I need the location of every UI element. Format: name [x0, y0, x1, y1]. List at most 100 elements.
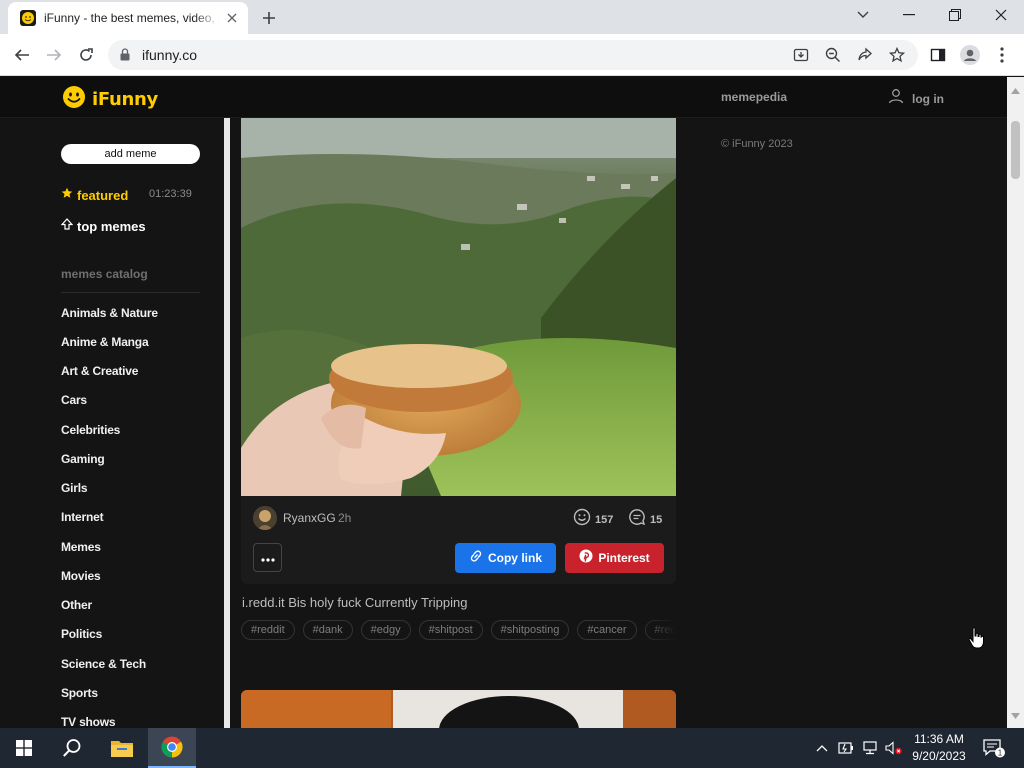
scroll-up-icon[interactable] [1011, 81, 1020, 99]
close-window-icon[interactable] [988, 4, 1014, 26]
category-link[interactable]: Celebrities [61, 423, 120, 437]
category-link[interactable]: Science & Tech [61, 657, 146, 671]
system-clock[interactable]: 11:36 AM 9/20/2023 [904, 731, 974, 765]
lock-icon[interactable] [120, 48, 130, 66]
clock-time: 11:36 AM [914, 732, 964, 746]
notification-count: 1 [998, 749, 1003, 758]
tag-chip[interactable]: #reddit [644, 620, 676, 640]
hand-cursor-icon [968, 627, 984, 654]
catalog-title: memes catalog [61, 267, 148, 281]
category-link[interactable]: Girls [61, 481, 88, 495]
featured-link[interactable]: featured [61, 186, 128, 204]
chrome-taskbar-icon[interactable] [148, 728, 196, 768]
author-avatar[interactable] [253, 506, 277, 530]
more-options-button[interactable] [253, 543, 282, 572]
tag-chip[interactable]: #shitposting [490, 620, 570, 640]
pinterest-button[interactable]: Pinterest [565, 543, 664, 573]
windows-start-icon[interactable] [0, 728, 48, 768]
back-icon[interactable] [10, 43, 34, 67]
tag-chip[interactable]: #cancer [577, 620, 637, 640]
tab-title: iFunny - the best memes, video, gifs [44, 11, 220, 25]
ifunny-logo[interactable]: iFunny [62, 85, 158, 114]
memepedia-link[interactable]: memepedia [721, 90, 787, 104]
top-memes-label: top memes [77, 218, 146, 234]
top-memes-link[interactable]: top memes [60, 217, 146, 235]
notification-center-icon[interactable]: 1 [980, 728, 1008, 768]
network-icon[interactable] [860, 728, 880, 768]
tray-overflow-icon[interactable] [812, 728, 832, 768]
comments-button[interactable]: 15 [628, 508, 662, 531]
star-icon [61, 186, 73, 204]
category-link[interactable]: Memes [61, 540, 101, 554]
search-icon[interactable] [48, 728, 96, 768]
category-link[interactable]: TV shows [61, 715, 116, 728]
tag-chip[interactable]: #shitpost [418, 620, 483, 640]
menu-icon[interactable] [990, 43, 1014, 67]
featured-label: featured [77, 187, 129, 203]
smile-icon [573, 508, 591, 531]
category-link[interactable]: Art & Creative [61, 364, 138, 378]
category-link[interactable]: Internet [61, 510, 104, 524]
category-link[interactable]: Movies [61, 569, 101, 583]
profile-icon[interactable] [958, 43, 982, 67]
browser-tabstrip: iFunny - the best memes, video, gifs [0, 0, 1024, 34]
ifunny-favicon-icon [20, 10, 36, 26]
star-icon[interactable] [888, 46, 906, 64]
side-panel-icon[interactable] [926, 43, 950, 67]
share-icon[interactable] [856, 46, 874, 64]
battery-icon[interactable] [836, 728, 856, 768]
reload-icon[interactable] [74, 43, 98, 67]
tab-search-icon[interactable] [850, 4, 876, 26]
post-image[interactable] [241, 118, 676, 496]
zoom-icon[interactable] [824, 46, 842, 64]
add-meme-button[interactable]: add meme [61, 144, 200, 164]
category-link[interactable]: Gaming [61, 452, 105, 466]
site-header: iFunny memepedia log in [0, 77, 1007, 118]
restore-icon[interactable] [942, 4, 968, 26]
new-tab-icon[interactable] [258, 7, 280, 29]
category-link[interactable]: Other [61, 598, 92, 612]
page-scrollbar[interactable] [1007, 77, 1024, 728]
copy-link-button[interactable]: Copy link [455, 543, 556, 573]
forward-icon[interactable] [42, 43, 66, 67]
minimize-icon[interactable] [896, 4, 922, 26]
url-text[interactable]: ifunny.co [142, 47, 197, 63]
comment-count: 15 [650, 513, 663, 526]
pinterest-icon [579, 549, 593, 568]
tag-chip[interactable]: #dank [302, 620, 353, 640]
pinterest-label: Pinterest [598, 551, 650, 565]
category-link[interactable]: Politics [61, 627, 102, 641]
logo-text: iFunny [92, 89, 158, 110]
close-tab-icon[interactable] [224, 10, 240, 26]
browser-tab[interactable]: iFunny - the best memes, video, gifs [8, 2, 248, 34]
ellipsis-icon [260, 549, 275, 567]
browser-toolbar: ifunny.co [0, 34, 1024, 76]
smile-button[interactable]: 157 [573, 508, 613, 531]
next-post-image[interactable] [241, 690, 676, 728]
tag-chip[interactable]: #edgy [360, 620, 411, 640]
category-link[interactable]: Anime & Manga [61, 335, 149, 349]
post-card: RyanxGG 2h 157 15 Copy link Pinterest [241, 118, 676, 584]
tag-chip[interactable]: #reddit [241, 620, 295, 640]
login-link[interactable]: log in [888, 88, 944, 109]
category-link[interactable]: Animals & Nature [61, 306, 158, 320]
category-link[interactable]: Sports [61, 686, 98, 700]
divider [61, 292, 200, 293]
file-explorer-icon[interactable] [98, 728, 146, 768]
sidebar: add meme featured 01:23:39 top memes mem… [0, 118, 224, 728]
scroll-down-icon[interactable] [1011, 706, 1020, 724]
smile-count: 157 [595, 513, 614, 526]
page-content: iFunny memepedia log in add meme feature… [0, 77, 1007, 728]
smiley-logo-icon [62, 85, 86, 114]
windows-taskbar: 11:36 AM 9/20/2023 1 [0, 728, 1024, 768]
comment-icon [628, 508, 646, 531]
category-link[interactable]: Cars [61, 393, 87, 407]
copyright-text: © iFunny 2023 [721, 138, 793, 150]
featured-timer: 01:23:39 [149, 188, 192, 200]
install-icon[interactable] [792, 46, 810, 64]
volume-muted-icon[interactable] [884, 728, 904, 768]
post-time: 2h [338, 511, 352, 525]
scroll-thumb[interactable] [1011, 121, 1020, 179]
address-bar[interactable]: ifunny.co [108, 40, 918, 70]
author-name[interactable]: RyanxGG [283, 511, 336, 525]
